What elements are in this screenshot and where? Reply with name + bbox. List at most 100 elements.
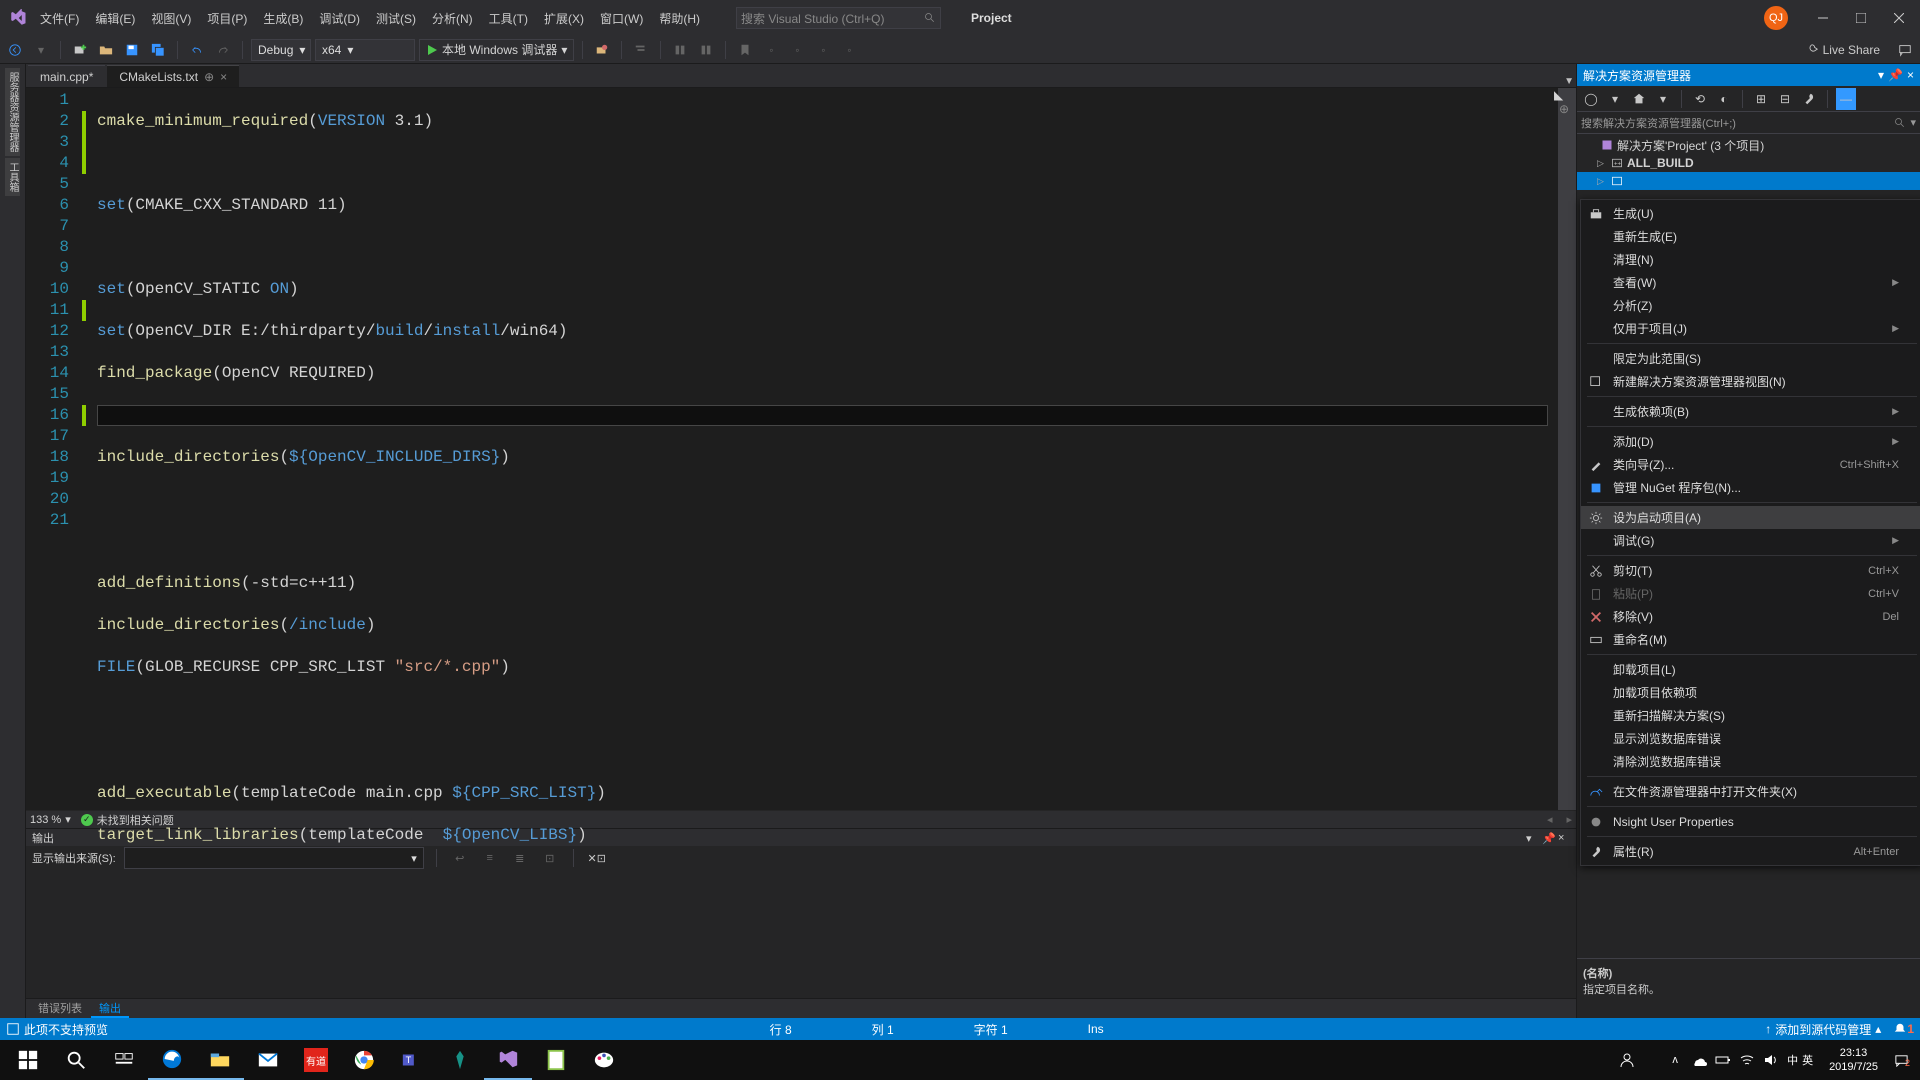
- chrome-app[interactable]: [340, 1040, 388, 1080]
- menu-extensions[interactable]: 扩展(X): [536, 8, 592, 29]
- ctx-add[interactable]: 添加(D)▶: [1581, 430, 1920, 453]
- window-maximize-button[interactable]: [1844, 4, 1878, 32]
- status-notifications[interactable]: 1: [1893, 1022, 1914, 1036]
- server-explorer-tab[interactable]: 服务器资源管理器: [5, 68, 20, 156]
- menu-edit[interactable]: 编辑(E): [87, 8, 143, 29]
- ctx-open-folder[interactable]: 在文件资源管理器中打开文件夹(X): [1581, 780, 1920, 803]
- status-source-control[interactable]: ↑添加到源代码管理▴: [1765, 1021, 1881, 1038]
- tb-x1[interactable]: ◦: [760, 39, 782, 61]
- error-list-tab[interactable]: 错误列表: [30, 998, 90, 1018]
- menu-project[interactable]: 项目(P): [199, 8, 255, 29]
- ctx-nuget[interactable]: 管理 NuGet 程序包(N)...: [1581, 476, 1920, 499]
- live-share-button[interactable]: Live Share: [1805, 43, 1880, 57]
- undo-button[interactable]: [186, 39, 208, 61]
- config-dropdown[interactable]: Debug▾: [251, 39, 311, 61]
- tab-cmakelists[interactable]: CMakeLists.txt⊕×: [107, 65, 239, 87]
- ctx-properties[interactable]: 属性(R)Alt+Enter: [1581, 840, 1920, 863]
- project-selected[interactable]: ▷: [1577, 172, 1920, 190]
- explorer-app[interactable]: [196, 1040, 244, 1080]
- ctx-project-only[interactable]: 仅用于项目(J)▶: [1581, 317, 1920, 340]
- tray-chevron-icon[interactable]: ʌ: [1667, 1052, 1683, 1068]
- ctx-rename[interactable]: 重命名(M): [1581, 628, 1920, 651]
- notepad-app[interactable]: [532, 1040, 580, 1080]
- search-button[interactable]: [52, 1040, 100, 1080]
- ctx-unload[interactable]: 卸载项目(L): [1581, 658, 1920, 681]
- tab-main-cpp[interactable]: main.cpp*: [28, 65, 105, 87]
- task-view-button[interactable]: [100, 1040, 148, 1080]
- output-close-icon[interactable]: ×: [1558, 832, 1570, 844]
- tb-x4[interactable]: ◦: [838, 39, 860, 61]
- tray-wifi-icon[interactable]: [1739, 1052, 1755, 1068]
- editor-scrollbar[interactable]: ◣ ⊕: [1558, 88, 1576, 810]
- ctx-build[interactable]: 生成(U): [1581, 202, 1920, 225]
- open-file-button[interactable]: [95, 39, 117, 61]
- se-sync-icon[interactable]: ⟲: [1690, 88, 1710, 110]
- se-show-all-icon[interactable]: ⊞: [1751, 88, 1771, 110]
- menu-tools[interactable]: 工具(T): [481, 8, 536, 29]
- people-icon[interactable]: [1619, 1052, 1635, 1068]
- youdao-app[interactable]: 有道: [292, 1040, 340, 1080]
- menu-help[interactable]: 帮助(H): [651, 8, 708, 29]
- menu-file[interactable]: 文件(F): [32, 8, 87, 29]
- start-debug-button[interactable]: 本地 Windows 调试器▾: [419, 39, 574, 61]
- tab-close-icon[interactable]: ×: [220, 70, 227, 84]
- se-btn-4[interactable]: ▾: [1653, 88, 1673, 110]
- tray-volume-icon[interactable]: [1763, 1052, 1779, 1068]
- tb-step-3[interactable]: [695, 39, 717, 61]
- ime-state[interactable]: 英: [1802, 1052, 1813, 1068]
- nav-fwd-button[interactable]: ▾: [30, 39, 52, 61]
- ctx-set-startup[interactable]: 设为启动项目(A): [1581, 506, 1920, 529]
- vs-app[interactable]: [484, 1040, 532, 1080]
- new-project-button[interactable]: [69, 39, 91, 61]
- start-button[interactable]: [4, 1040, 52, 1080]
- menu-debug[interactable]: 调试(D): [311, 8, 368, 29]
- tab-overflow-dropdown[interactable]: ▼: [1564, 76, 1574, 87]
- tb-step-2[interactable]: [669, 39, 691, 61]
- ctx-build-deps[interactable]: 生成依赖项(B)▶: [1581, 400, 1920, 423]
- user-avatar[interactable]: QJ: [1764, 6, 1788, 30]
- tb-x2[interactable]: ◦: [786, 39, 808, 61]
- quick-launch-search[interactable]: 搜索 Visual Studio (Ctrl+Q): [736, 7, 941, 29]
- ctx-load-deps[interactable]: 加载项目依赖项: [1581, 681, 1920, 704]
- save-button[interactable]: [121, 39, 143, 61]
- solution-tree[interactable]: 解决方案'Project' (3 个项目) ▷ ++ ALL_BUILD ▷: [1577, 134, 1920, 192]
- tray-battery-icon[interactable]: [1715, 1052, 1731, 1068]
- se-search[interactable]: 搜索解决方案资源管理器(Ctrl+;) ▾: [1577, 112, 1920, 134]
- zoom-level[interactable]: 133 %▾: [30, 813, 71, 826]
- paint-app[interactable]: [580, 1040, 628, 1080]
- window-minimize-button[interactable]: [1806, 4, 1840, 32]
- ctx-debug[interactable]: 调试(G)▶: [1581, 529, 1920, 552]
- menu-build[interactable]: 生成(B): [255, 8, 311, 29]
- se-props-icon[interactable]: [1799, 88, 1819, 110]
- tray-onedrive-icon[interactable]: [1691, 1052, 1707, 1068]
- ctx-new-view[interactable]: 新建解决方案资源管理器视图(N): [1581, 370, 1920, 393]
- ctx-class-wizard[interactable]: 类向导(Z)...Ctrl+Shift+X: [1581, 453, 1920, 476]
- tb-icon-1[interactable]: [591, 39, 613, 61]
- se-btn-6[interactable]: ◐: [1714, 88, 1734, 110]
- solution-root[interactable]: 解决方案'Project' (3 个项目): [1577, 136, 1920, 154]
- menu-test[interactable]: 测试(S): [368, 8, 424, 29]
- edge-app[interactable]: [148, 1040, 196, 1080]
- redo-button[interactable]: [212, 39, 234, 61]
- teams-app[interactable]: T: [388, 1040, 436, 1080]
- system-clock[interactable]: 23:132019/7/25: [1829, 1046, 1878, 1074]
- feedback-icon[interactable]: [1894, 39, 1916, 61]
- gitkraken-app[interactable]: [436, 1040, 484, 1080]
- se-dropdown-icon[interactable]: ▾: [1878, 68, 1884, 82]
- platform-dropdown[interactable]: x64▾: [315, 39, 415, 61]
- tb-step-1[interactable]: [630, 39, 652, 61]
- se-pin-icon[interactable]: 📌: [1888, 68, 1903, 82]
- action-center-icon[interactable]: 2: [1894, 1052, 1910, 1068]
- toolbox-tab[interactable]: 工具箱: [5, 158, 20, 196]
- menu-window[interactable]: 窗口(W): [592, 8, 651, 29]
- se-close-icon[interactable]: ×: [1907, 68, 1914, 82]
- ctx-scope-this[interactable]: 限定为此范围(S): [1581, 347, 1920, 370]
- ctx-view[interactable]: 查看(W)▶: [1581, 271, 1920, 294]
- save-all-button[interactable]: [147, 39, 169, 61]
- ime-lang[interactable]: 中: [1787, 1052, 1798, 1068]
- ctx-rebuild[interactable]: 重新生成(E): [1581, 225, 1920, 248]
- se-fwd-icon[interactable]: ▾: [1605, 88, 1625, 110]
- se-collapse-icon[interactable]: ⊟: [1775, 88, 1795, 110]
- se-home-icon[interactable]: [1629, 88, 1649, 110]
- nav-back-button[interactable]: [4, 39, 26, 61]
